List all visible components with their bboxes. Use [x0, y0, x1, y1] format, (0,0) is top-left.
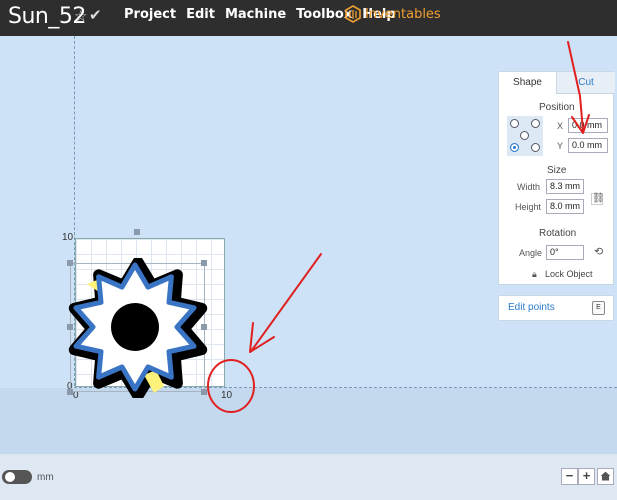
unit-toggle[interactable] [2, 470, 32, 484]
edit-points-shortcut-key: E [592, 301, 605, 315]
edit-points-panel[interactable]: Edit points E [498, 295, 614, 321]
gear-center-hole [111, 303, 159, 351]
y-position-input[interactable]: 0.0 mm [568, 138, 608, 153]
rotation-title: Rotation [539, 228, 577, 239]
link-proportions-icon[interactable]: ⛓ [591, 193, 605, 205]
menu-edit[interactable]: Edit [186, 7, 215, 22]
top-bar: Sun_52 ☆ ✔ Project Edit Machine Toolbox … [0, 0, 617, 36]
reset-rotation-icon[interactable]: ⟲ [594, 245, 603, 258]
anchor-point-selector [507, 116, 543, 156]
anchor-center[interactable] [520, 131, 529, 140]
zoom-in-button[interactable]: + [578, 468, 595, 485]
x-axis-max-label: 10 [221, 390, 233, 401]
canvas-footer [0, 454, 617, 500]
rotate-handle[interactable] [134, 229, 140, 235]
edit-points-link[interactable]: Edit points [508, 302, 555, 313]
toggle-knob [5, 472, 15, 482]
checkmark-icon: ✔ [89, 7, 102, 24]
height-label: Height [515, 202, 542, 212]
size-title: Size [547, 165, 567, 176]
sun-gear-shape[interactable] [62, 258, 212, 398]
zoom-out-button[interactable]: − [561, 468, 578, 485]
inventables-logo-icon [345, 5, 361, 23]
anchor-bottom-left[interactable] [510, 143, 519, 152]
brand-label: Inventables [365, 6, 441, 22]
tab-shape[interactable]: Shape [499, 72, 557, 94]
angle-label: Angle [519, 248, 543, 258]
menu-toolbox[interactable]: Toolbox [296, 7, 352, 22]
anchor-top-right[interactable] [531, 119, 540, 128]
tab-cut[interactable]: Cut [557, 72, 615, 94]
x-label: X [557, 121, 564, 131]
menu-project[interactable]: Project [124, 7, 176, 22]
x-position-input[interactable]: 0.0 mm [568, 118, 608, 133]
lock-object-label[interactable]: Lock Object [545, 269, 593, 279]
inventables-brand[interactable]: Inventables [345, 5, 441, 23]
anchor-top-left[interactable] [510, 119, 519, 128]
height-input[interactable]: 8.0 mm [546, 199, 584, 214]
menu-machine[interactable]: Machine [225, 7, 286, 22]
anchor-bottom-right[interactable] [531, 143, 540, 152]
position-title: Position [539, 102, 575, 113]
lock-icon[interactable]: 🔒︎ [532, 269, 537, 280]
y-axis-max-label: 10 [62, 232, 74, 243]
width-input[interactable]: 8.3 mm [546, 179, 584, 194]
shape-properties-panel: Shape Cut Position X 0.0 mm Y 0.0 mm Siz… [498, 71, 615, 285]
width-label: Width [517, 182, 541, 192]
y-label: Y [557, 141, 564, 151]
home-icon[interactable] [597, 468, 614, 485]
angle-input[interactable]: 0° [546, 245, 584, 260]
unit-label: mm [37, 472, 54, 483]
star-icon[interactable]: ☆ [74, 7, 87, 25]
